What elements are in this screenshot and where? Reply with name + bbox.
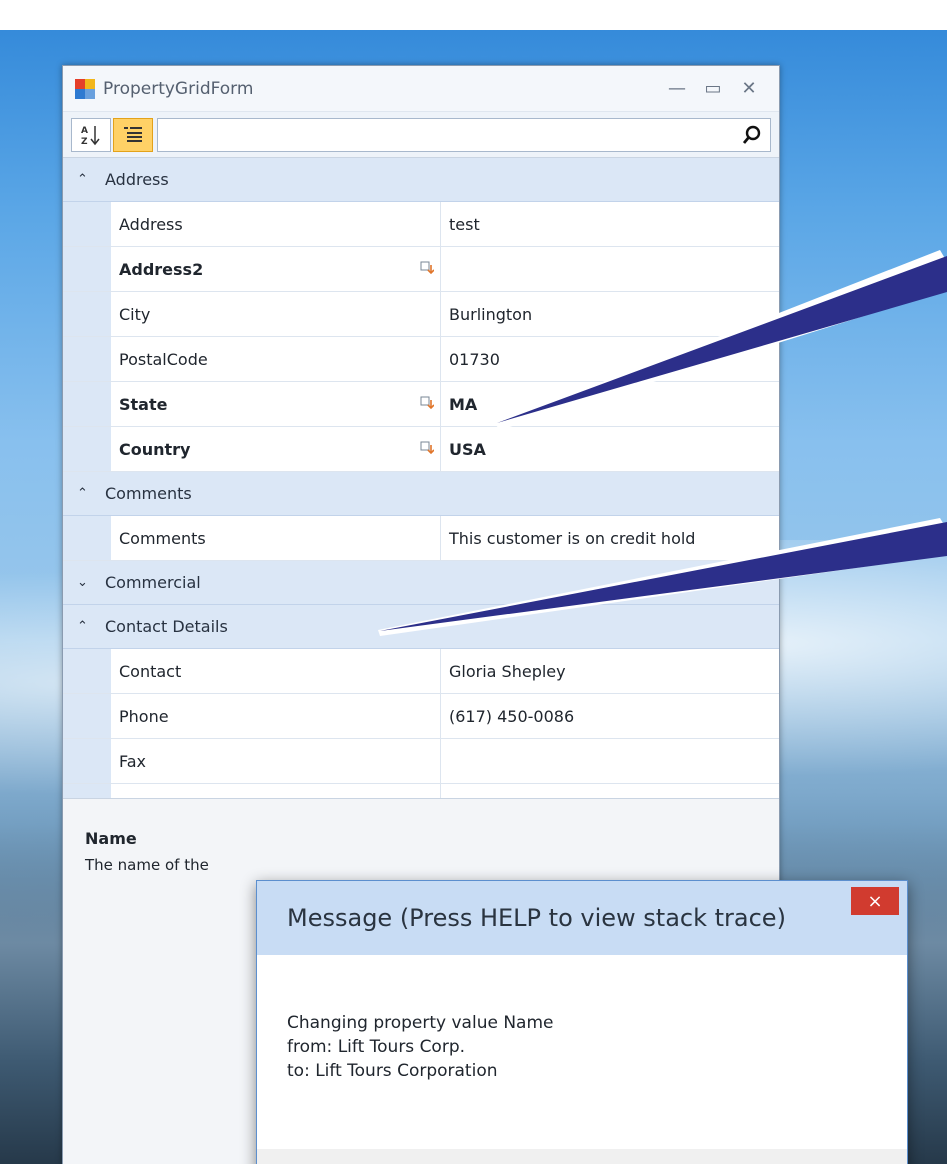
- message-dialog: Message (Press HELP to view stack trace)…: [256, 880, 908, 1164]
- property-name-text: PostalCode: [119, 349, 208, 369]
- property-grid-toolbar: AZ: [63, 112, 779, 158]
- property-row[interactable]: PostalCode 01730: [63, 337, 779, 382]
- sort-az-icon[interactable]: AZ: [71, 117, 111, 152]
- property-row[interactable]: Phone (617) 450-0086: [63, 694, 779, 739]
- property-name: Phone: [111, 694, 441, 738]
- magnifier-icon[interactable]: [742, 125, 762, 145]
- property-name: Address: [111, 202, 441, 246]
- property-row[interactable]: Contact Gloria Shepley: [63, 649, 779, 694]
- property-name-text: Address: [119, 214, 183, 234]
- property-value[interactable]: Gloria Shepley: [441, 649, 779, 693]
- category-row[interactable]: ⌄ Commercial: [63, 561, 779, 605]
- property-value[interactable]: (617) 450-0086: [441, 694, 779, 738]
- property-name-text: Country: [119, 439, 191, 459]
- dialog-line-1: Changing property value Name: [287, 1013, 554, 1033]
- property-name-text: Contact: [119, 661, 182, 681]
- categorized-list-icon[interactable]: [113, 117, 153, 152]
- property-value[interactable]: USA: [441, 427, 779, 471]
- dialog-titlebar[interactable]: Message (Press HELP to view stack trace)…: [257, 881, 907, 955]
- chevron-up-icon[interactable]: ⌃: [77, 172, 105, 187]
- property-value[interactable]: MA: [441, 382, 779, 426]
- category-row[interactable]: ⌃ Contact Details: [63, 605, 779, 649]
- category-label: Comments: [105, 484, 192, 503]
- dialog-close-button[interactable]: ×: [851, 887, 899, 915]
- property-value[interactable]: Burlington: [441, 292, 779, 336]
- category-row[interactable]: ⌃ Comments: [63, 472, 779, 516]
- search-input[interactable]: [157, 117, 771, 152]
- property-name: Comments: [111, 516, 441, 560]
- property-name: Contact: [111, 649, 441, 693]
- property-row[interactable]: Address2: [63, 247, 779, 292]
- property-row[interactable]: Comments This customer is on credit hold: [63, 516, 779, 561]
- row-gutter: [63, 694, 111, 738]
- property-value[interactable]: [441, 247, 779, 291]
- app-icon: [75, 78, 95, 99]
- row-gutter: [63, 516, 111, 560]
- description-title: Name: [85, 829, 137, 848]
- property-row[interactable]: State MA: [63, 382, 779, 427]
- category-label: Contact Details: [105, 617, 228, 636]
- row-gutter: [63, 427, 111, 471]
- row-gutter: [63, 382, 111, 426]
- chevron-up-icon[interactable]: ⌃: [77, 486, 105, 501]
- row-gutter: [63, 649, 111, 693]
- property-name-text: City: [119, 304, 151, 324]
- close-icon[interactable]: ✕: [731, 78, 767, 99]
- property-name-text: Comments: [119, 528, 206, 548]
- property-value[interactable]: [441, 739, 779, 783]
- property-name: State: [111, 382, 441, 426]
- dialog-message: Changing property value Name from: Lift …: [257, 955, 907, 1139]
- property-name-text: Phone: [119, 706, 169, 726]
- property-name: Country: [111, 427, 441, 471]
- chevron-up-icon[interactable]: ⌃: [77, 619, 105, 634]
- override-icon[interactable]: [420, 261, 434, 275]
- property-value[interactable]: 01730: [441, 337, 779, 381]
- maximize-icon[interactable]: ▭: [695, 78, 731, 99]
- row-gutter: [63, 739, 111, 783]
- property-value[interactable]: This customer is on credit hold: [441, 516, 779, 560]
- property-name: City: [111, 292, 441, 336]
- row-gutter: [63, 202, 111, 246]
- property-name: Address2: [111, 247, 441, 291]
- dialog-title: Message (Press HELP to view stack trace): [287, 904, 786, 932]
- row-gutter: [63, 247, 111, 291]
- property-row[interactable]: Address test: [63, 202, 779, 247]
- property-row[interactable]: Fax: [63, 739, 779, 784]
- description-text: The name of the: [85, 856, 209, 874]
- dialog-footer: [257, 1149, 907, 1164]
- property-name: Fax: [111, 739, 441, 783]
- category-label: Address: [105, 170, 169, 189]
- property-name-text: Fax: [119, 751, 147, 771]
- svg-text:A: A: [81, 126, 88, 136]
- category-row[interactable]: ⌃ Address: [63, 158, 779, 202]
- override-icon[interactable]: [420, 441, 434, 455]
- property-value[interactable]: test: [441, 202, 779, 246]
- window-title: PropertyGridForm: [103, 78, 254, 99]
- row-gutter: [63, 292, 111, 336]
- property-name-text: State: [119, 394, 168, 414]
- category-label: Commercial: [105, 573, 201, 592]
- override-icon[interactable]: [420, 396, 434, 410]
- svg-text:Z: Z: [81, 137, 88, 147]
- dialog-line-3: to: Lift Tours Corporation: [287, 1061, 498, 1081]
- chevron-down-icon[interactable]: ⌄: [77, 575, 105, 590]
- property-row[interactable]: City Burlington: [63, 292, 779, 337]
- dialog-line-2: from: Lift Tours Corp.: [287, 1037, 466, 1057]
- row-gutter: [63, 337, 111, 381]
- property-name-text: Address2: [119, 259, 204, 279]
- property-row[interactable]: Country USA: [63, 427, 779, 472]
- property-name: PostalCode: [111, 337, 441, 381]
- background-top-band: [0, 0, 947, 30]
- window-titlebar[interactable]: PropertyGridForm — ▭ ✕: [63, 66, 779, 112]
- minimize-icon[interactable]: —: [659, 78, 695, 99]
